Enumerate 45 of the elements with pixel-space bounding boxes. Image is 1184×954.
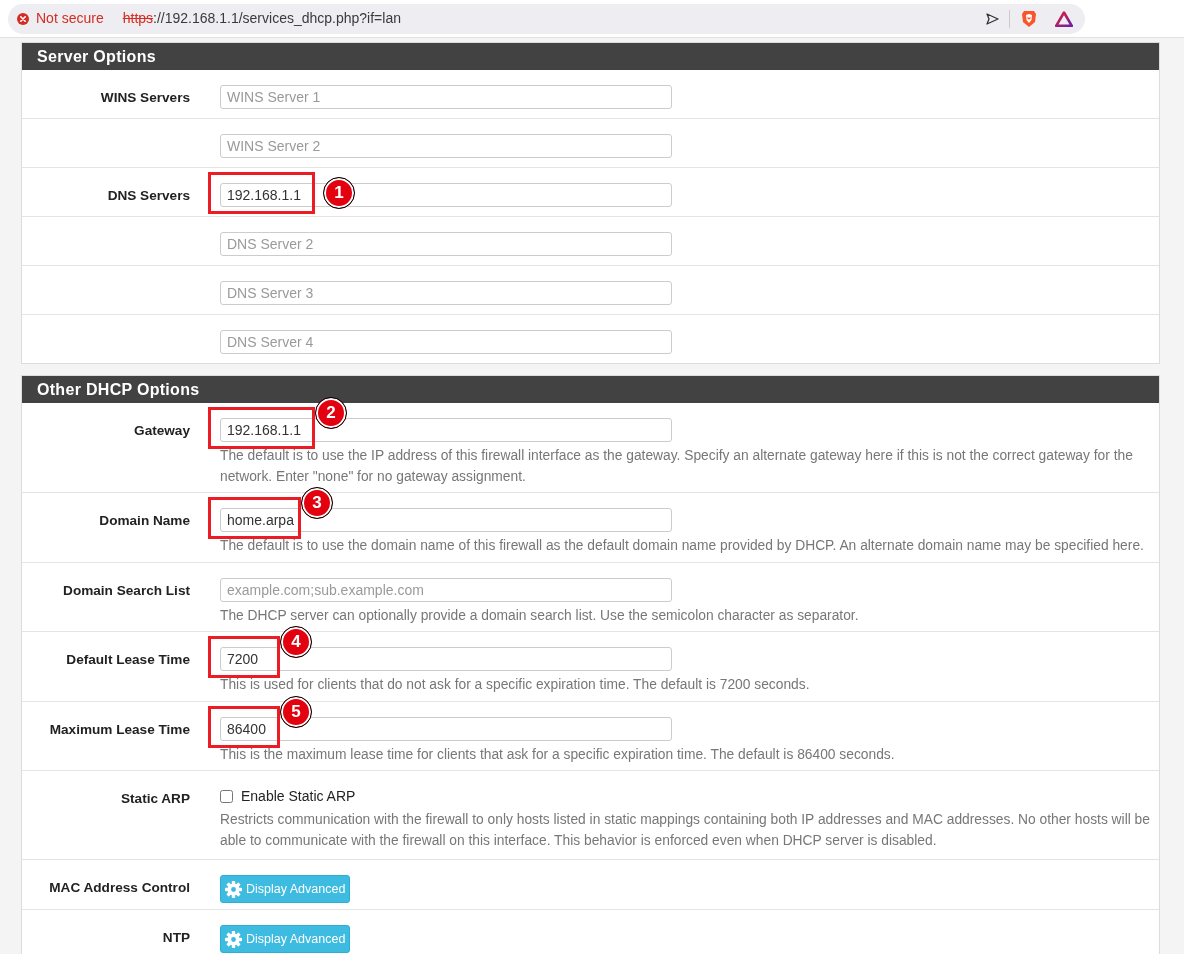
help-text: Restricts communication with the firewall to only hosts listed in static mappings containing both IP addresses and MAC addresses. No other hosts will be able to communicate with the firewall on this interface. This behavior is enforced even when DHCP server is disabled. <box>220 811 1151 850</box>
text-input[interactable]: DNS Server 2 <box>220 232 672 256</box>
triangle-icon[interactable] <box>1055 10 1073 27</box>
field-label: Domain Name <box>99 513 190 528</box>
field-label: MAC Address Control <box>49 880 190 895</box>
security-label[interactable]: Not secure <box>36 8 104 29</box>
text-input[interactable]: 192.168.1.1 <box>220 418 672 442</box>
field-label: NTP <box>162 930 190 945</box>
send-icon[interactable] <box>986 12 999 25</box>
help-text: The default is to use the IP address of this firewall interface as the gateway. Specify an alternate gateway here if this is not the correct gateway for the network. Enter "none" for no gateway assignment. <box>220 447 1134 486</box>
field-label: Gateway <box>134 423 190 438</box>
field-label: WINS Servers <box>100 90 190 105</box>
field-label: Domain Search List <box>63 582 190 598</box>
callout-marker: 5 <box>280 695 312 728</box>
text-input[interactable]: 86400 <box>220 716 672 741</box>
field-label: Maximum Lease Time <box>49 721 190 737</box>
url-text[interactable]: https://192.168.1.1/services_dhcp.php?if=lan <box>122 8 401 29</box>
help-text: The default is to use the domain name of this firewall as the default domain name provided by DHCP. An alternate domain name may be specified here. <box>220 537 1145 555</box>
field-label: Static ARP <box>121 791 190 806</box>
help-text: The DHCP server can optionally provide a domain search list. Use the semicolon character as separator. <box>220 606 860 625</box>
text-input[interactable]: DNS Server 4 <box>220 330 672 354</box>
gear-icon <box>225 880 242 898</box>
address-bar[interactable]: Not secure https://192.168.1.1/services_dhcp.php?if=lan <box>8 3 1085 34</box>
field-label: DNS Servers <box>107 188 190 203</box>
panel-header: Other DHCP Options <box>22 376 1159 403</box>
checkbox-label[interactable]: Enable Static ARP <box>241 785 356 807</box>
callout-marker: 4 <box>280 626 312 658</box>
highlight-frame <box>208 636 280 678</box>
field-label: Default Lease Time <box>66 652 190 667</box>
checkbox[interactable] <box>220 789 233 803</box>
highlight-frame <box>208 705 280 748</box>
text-input[interactable]: DNS Server 3 <box>220 281 672 305</box>
help-text: This is the maximum lease time for clients that ask for a specific expiration time. The default is 86400 seconds. <box>220 745 896 764</box>
callout-marker: 1 <box>323 177 355 209</box>
text-input[interactable]: example.com;sub.example.com <box>220 577 672 602</box>
help-text: This is used for clients that do not ask for a specific expiration time. The default is 7200 seconds. <box>220 676 811 694</box>
gear-icon <box>225 930 242 948</box>
text-input[interactable]: 7200 <box>220 647 672 671</box>
callout-marker: 3 <box>301 487 333 519</box>
text-input[interactable]: WINS Server 1 <box>220 85 672 109</box>
panel-header: Server Options <box>22 43 1159 70</box>
x-circle-icon <box>17 12 29 25</box>
shield-icon[interactable] <box>1021 9 1037 28</box>
text-input[interactable]: WINS Server 2 <box>220 134 672 158</box>
text-input[interactable]: home.arpa <box>220 508 672 532</box>
